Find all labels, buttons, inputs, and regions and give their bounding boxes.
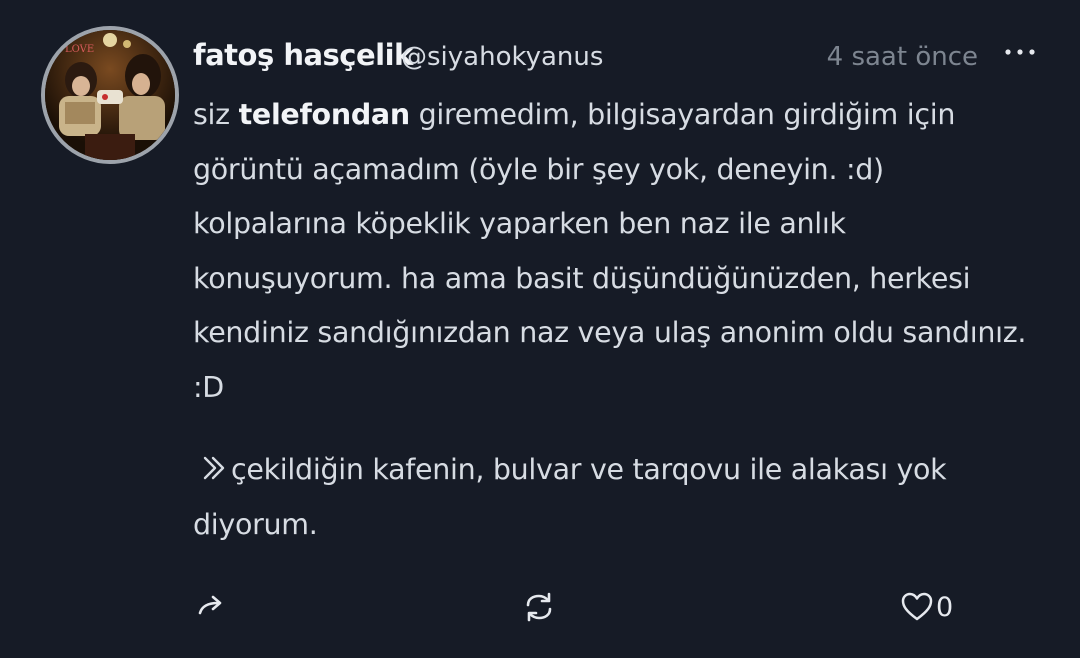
avatar-love-text: LOVE xyxy=(65,44,94,55)
tweet-card: LOVE fatoş hasçelik @siyahokyanus 4 saat… xyxy=(0,0,1080,658)
heart-icon xyxy=(900,591,934,623)
retweet-icon xyxy=(521,589,557,625)
double-chevron-right-icon xyxy=(201,446,229,480)
retweet-button[interactable] xyxy=(521,580,557,634)
reply-arrow-icon xyxy=(194,589,230,625)
profile-photo-icon: LOVE xyxy=(45,30,175,160)
like-button[interactable]: 0 xyxy=(900,580,953,634)
tweet-actions: 0 xyxy=(0,580,1080,634)
like-count: 0 xyxy=(936,591,954,623)
tweet-text: siz telefondan giremedim, bilgisayardan … xyxy=(193,88,1033,415)
quote-text: çekildiğin kafenin, bulvar ve tarqovu il… xyxy=(193,453,947,541)
tweet-text-start: siz xyxy=(193,98,239,131)
ellipsis-icon[interactable] xyxy=(998,36,1042,70)
tweet-header: fatoş hasçelik @siyahokyanus 4 saat önce xyxy=(193,36,1060,80)
tweet-text-rest: giremedim, bilgisayardan girdiğim için g… xyxy=(193,98,1027,404)
timestamp: 4 saat önce xyxy=(826,42,978,72)
tweet-quote-line: çekildiğin kafenin, bulvar ve tarqovu il… xyxy=(193,443,1033,552)
display-name[interactable]: fatoş hasçelik xyxy=(193,38,413,72)
reply-button[interactable] xyxy=(194,580,230,634)
user-handle[interactable]: @siyahokyanus xyxy=(401,42,603,72)
tweet-text-bold: telefondan xyxy=(238,98,411,131)
avatar[interactable]: LOVE xyxy=(41,26,179,164)
